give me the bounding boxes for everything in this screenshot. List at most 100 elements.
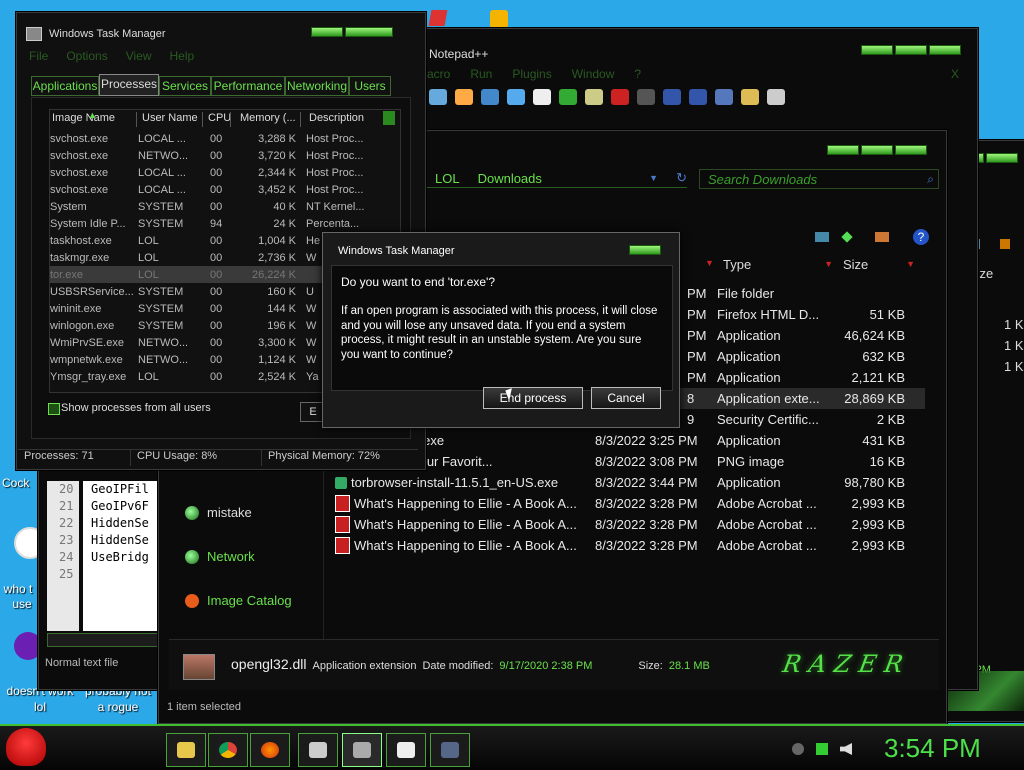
record-icon[interactable]: [611, 89, 629, 105]
column-header-description[interactable]: Description: [309, 112, 375, 127]
help-icon[interactable]: ?: [913, 229, 929, 245]
end-process-confirm-button[interactable]: End process: [483, 387, 583, 409]
chevron-down-icon[interactable]: ▼: [649, 173, 658, 183]
preview-icon[interactable]: [841, 231, 853, 243]
column-header-cpu[interactable]: CPU: [208, 112, 231, 127]
column-header-type[interactable]: Type ▼: [715, 255, 833, 273]
file-row[interactable]: What's Happening to Ellie - A Book A... 8…: [335, 493, 925, 514]
taskbar-firefox[interactable]: [250, 733, 290, 767]
save-macro-icon[interactable]: [715, 89, 733, 105]
tab-applications[interactable]: Applications: [31, 76, 99, 96]
menu-item[interactable]: acro: [427, 67, 450, 83]
cancel-button[interactable]: Cancel: [591, 387, 661, 409]
file-type: Adobe Acrobat ...: [717, 496, 817, 511]
nav-item-mistake[interactable]: mistake: [185, 505, 252, 520]
maximize-button[interactable]: [345, 27, 393, 37]
process-description: Host Proc...: [306, 132, 364, 145]
address-bar[interactable]: LOL Downloads ▼ ↻: [425, 169, 687, 188]
status-memory: Physical Memory: 72%: [268, 450, 380, 462]
column-header-memory[interactable]: Memory (...: [240, 112, 301, 127]
minimize-button[interactable]: [861, 45, 893, 55]
tab-networking[interactable]: Networking: [285, 76, 349, 96]
menu-item[interactable]: Plugins: [512, 67, 551, 83]
close-document-icon[interactable]: X: [951, 67, 959, 83]
play-icon[interactable]: [663, 89, 681, 105]
nav-item-image-catalog[interactable]: Image Catalog: [185, 593, 292, 608]
file-row[interactable]: What's Happening to Ellie - A Book A... 8…: [335, 535, 925, 556]
process-row[interactable]: System SYSTEM 00 40 K NT Kernel...: [50, 198, 380, 215]
network-tray-icon[interactable]: [816, 743, 828, 755]
dialog-close-button[interactable]: [629, 245, 661, 255]
file-size: 2,993 KB: [851, 517, 906, 532]
folder-icon[interactable]: [741, 89, 759, 105]
column-header-user-name[interactable]: User Name: [142, 112, 203, 127]
toolbar-icon[interactable]: [585, 89, 603, 105]
tab-users[interactable]: Users: [349, 76, 391, 96]
tab-processes[interactable]: Processes: [99, 74, 159, 96]
file-row[interactable]: torbrowser-install-11.5.1_en-US.exe 8/3/2…: [335, 472, 925, 493]
taskbar-app[interactable]: [298, 733, 338, 767]
menu-item[interactable]: Run: [470, 67, 492, 83]
folder-icon: [177, 742, 195, 758]
window-control[interactable]: [986, 153, 1018, 163]
toolbar-icon[interactable]: [481, 89, 499, 105]
process-user: NETWO...: [138, 149, 189, 162]
menu-file[interactable]: File: [29, 49, 48, 63]
taskbar-task-manager[interactable]: [342, 733, 382, 767]
file-row[interactable]: What's Happening to Ellie - A Book A... 8…: [335, 514, 925, 535]
taskbar-hfs[interactable]: [430, 733, 470, 767]
app-icon[interactable]: [428, 10, 448, 26]
nav-item-network[interactable]: Network: [185, 549, 255, 564]
menu-view[interactable]: View: [126, 49, 152, 63]
process-name: svchost.exe: [50, 149, 109, 162]
views-icon[interactable]: [815, 232, 829, 242]
taskbar-notepad[interactable]: [386, 733, 426, 767]
play-multiple-icon[interactable]: [689, 89, 707, 105]
process-row[interactable]: System Idle P... SYSTEM 94 24 K Percenta...: [50, 215, 380, 232]
process-row[interactable]: svchost.exe LOCAL ... 00 2,344 K Host Proc..…: [50, 164, 380, 181]
toolbar-icon[interactable]: [559, 89, 577, 105]
search-box[interactable]: Search Downloads ⌕: [699, 169, 939, 189]
tray-arrow-icon[interactable]: [792, 743, 804, 755]
start-button[interactable]: [6, 728, 46, 766]
menu-help[interactable]: Help: [170, 49, 195, 63]
process-row[interactable]: svchost.exe LOCAL ... 00 3,452 K Host Proc..…: [50, 181, 380, 198]
toolbar-icon[interactable]: [429, 89, 447, 105]
breadcrumb-item[interactable]: LOL: [435, 171, 460, 186]
minimize-button[interactable]: [827, 145, 859, 155]
taskbar-explorer[interactable]: [166, 733, 206, 767]
toolbar-icon[interactable]: [533, 89, 551, 105]
process-row[interactable]: svchost.exe LOCAL ... 00 3,288 K Host Proc..…: [50, 130, 380, 147]
maximize-button[interactable]: [895, 45, 927, 55]
code-line: GeoIPFil: [91, 482, 149, 496]
show-all-processes-checkbox[interactable]: [48, 403, 60, 415]
maximize-button[interactable]: [861, 145, 893, 155]
taskbar-chrome[interactable]: [208, 733, 248, 767]
toolbar-icon[interactable]: [507, 89, 525, 105]
vertical-scrollbar[interactable]: [383, 111, 395, 125]
tab-performance[interactable]: Performance: [211, 76, 285, 96]
volume-icon[interactable]: [840, 743, 852, 755]
tab-services[interactable]: Services: [159, 76, 211, 96]
close-button[interactable]: [895, 145, 927, 155]
rss-icon[interactable]: [490, 10, 508, 28]
menu-options[interactable]: Options: [66, 49, 107, 63]
close-button[interactable]: [929, 45, 961, 55]
pane-icon[interactable]: [875, 232, 889, 242]
menu-item[interactable]: ?: [634, 67, 641, 83]
stop-icon[interactable]: [637, 89, 655, 105]
file-size: 2,993 KB: [851, 496, 906, 511]
menu-item[interactable]: Window: [572, 67, 615, 83]
column-header-size[interactable]: Size ▼: [835, 255, 915, 273]
search-icon[interactable]: ⌕: [927, 172, 934, 187]
spellcheck-icon[interactable]: [767, 89, 785, 105]
confirm-dialog[interactable]: Windows Task Manager Do you want to end …: [322, 232, 680, 428]
breadcrumb-item[interactable]: Downloads: [478, 171, 542, 186]
minimize-button[interactable]: [311, 27, 343, 37]
toolbar-icon[interactable]: [455, 89, 473, 105]
horizontal-scrollbar[interactable]: [47, 633, 159, 647]
process-row[interactable]: svchost.exe NETWO... 00 3,720 K Host Proc...: [50, 147, 380, 164]
editor-text-area[interactable]: GeoIPFil GeoIPv6F HiddenSe HiddenSe UseB…: [83, 481, 157, 631]
taskbar-clock[interactable]: 3:54 PM: [884, 733, 981, 764]
refresh-icon[interactable]: ↻: [676, 170, 687, 186]
